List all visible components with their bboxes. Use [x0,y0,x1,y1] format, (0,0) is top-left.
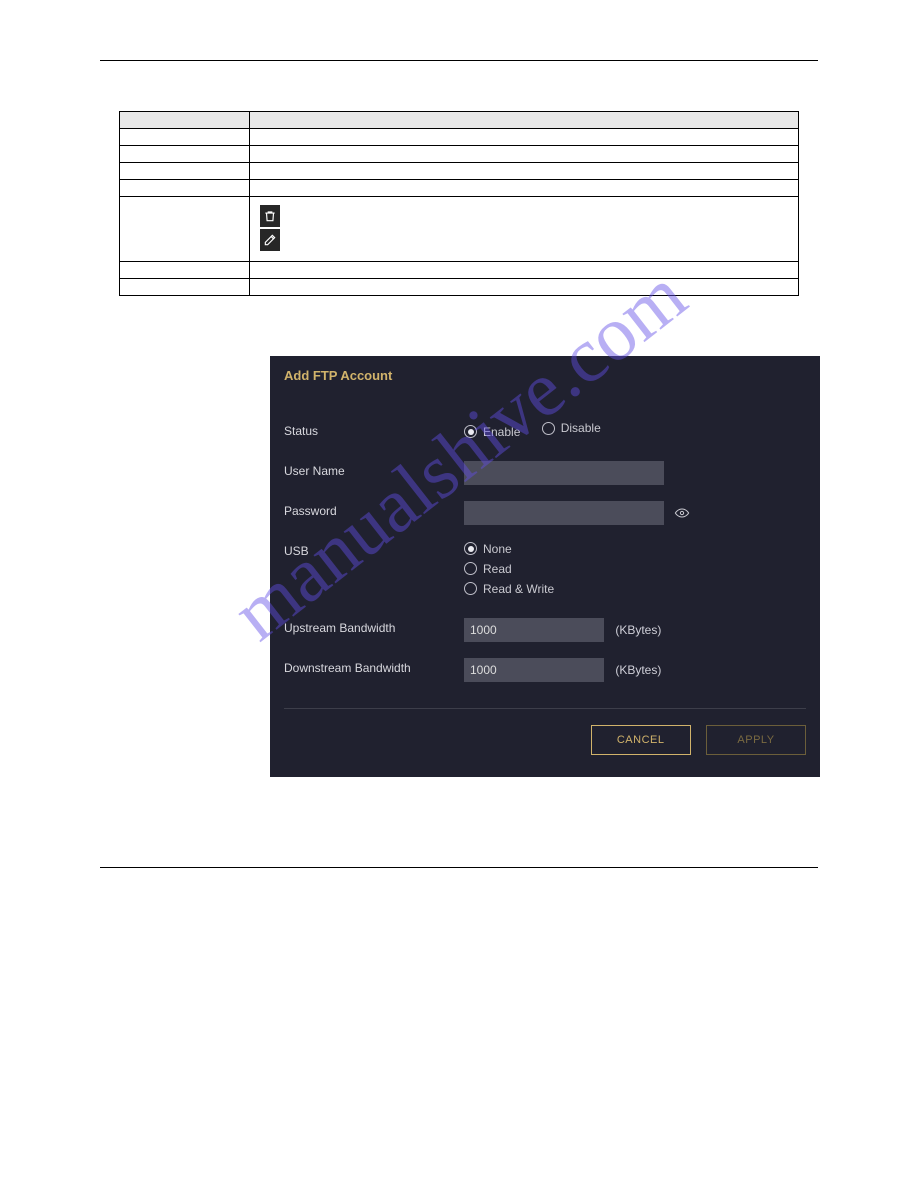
table-header-0 [120,112,250,129]
table-header-1 [250,112,799,129]
trash-icon [260,205,280,227]
table-cell [120,163,250,180]
downstream-label: Downstream Bandwidth [284,658,464,675]
description-table [119,111,799,296]
radio-mark-icon [464,542,477,555]
table-cell [120,146,250,163]
radio-mark-icon [464,562,477,575]
table-row [120,197,799,262]
radio-usb-read-label: Read [483,562,512,576]
downstream-input[interactable] [464,658,604,682]
field-row-downstream: Downstream Bandwidth (KBytes) [270,650,820,690]
password-input[interactable] [464,501,664,525]
field-row-upstream: Upstream Bandwidth (KBytes) [270,610,820,650]
username-input[interactable] [464,461,664,485]
downstream-unit: (KBytes) [615,663,661,677]
page-bottom-rule [100,867,818,868]
username-label: User Name [284,461,464,478]
table-cell [120,180,250,197]
field-row-status: Status Enable Disable [270,413,820,453]
radio-usb-read[interactable]: Read [464,562,512,576]
dialog-title: Add FTP Account [270,356,820,413]
table-cell [250,146,799,163]
radio-usb-rw[interactable]: Read & Write [464,582,554,596]
apply-button[interactable]: APPLY [706,725,806,755]
table-row [120,279,799,296]
table-row [120,262,799,279]
radio-usb-none-label: None [483,542,512,556]
show-password-icon[interactable] [673,504,691,522]
upstream-unit: (KBytes) [615,623,661,637]
table-row [120,146,799,163]
table-cell [250,197,799,262]
table-cell [120,279,250,296]
table-cell [250,279,799,296]
dialog-divider [284,708,806,709]
radio-mark-icon [464,425,477,438]
table-row [120,180,799,197]
upstream-input[interactable] [464,618,604,642]
upstream-label: Upstream Bandwidth [284,618,464,635]
radio-disable[interactable]: Disable [542,421,601,435]
field-row-password: Password [270,493,820,533]
add-ftp-account-dialog: Add FTP Account Status Enable Disable Us… [270,356,820,777]
radio-enable[interactable]: Enable [464,425,520,439]
table-row [120,129,799,146]
radio-usb-none[interactable]: None [464,542,512,556]
page-top-rule [100,60,818,61]
cancel-button[interactable]: CANCEL [591,725,691,755]
radio-mark-icon [464,582,477,595]
radio-mark-icon [542,422,555,435]
status-label: Status [284,421,464,438]
table-cell [120,129,250,146]
table-cell [250,180,799,197]
field-row-usb: USB None Read Read & Write [270,533,820,610]
password-label: Password [284,501,464,518]
radio-disable-label: Disable [561,421,601,435]
table-row [120,163,799,180]
table-cell [250,129,799,146]
usb-label: USB [284,541,464,558]
table-cell [120,262,250,279]
table-cell [250,163,799,180]
table-cell [120,197,250,262]
radio-enable-label: Enable [483,425,520,439]
table-cell [250,262,799,279]
field-row-username: User Name [270,453,820,493]
edit-icon [260,229,280,251]
radio-usb-rw-label: Read & Write [483,582,554,596]
